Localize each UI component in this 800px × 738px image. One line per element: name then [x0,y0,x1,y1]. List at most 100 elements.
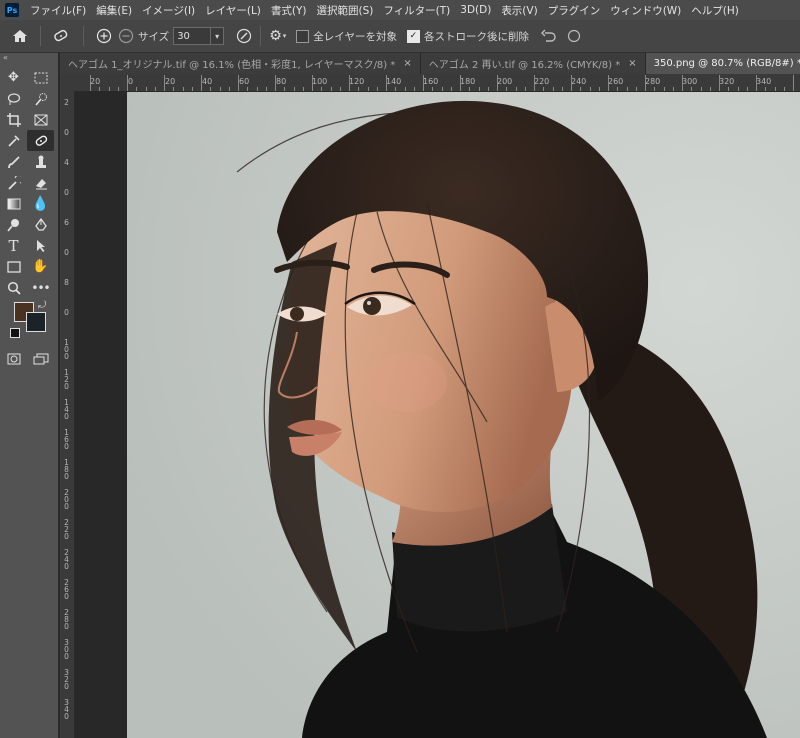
ruler-tick [746,87,748,91]
subtract-mode-button[interactable] [118,28,134,44]
collapse-icon[interactable]: « [0,53,58,63]
move-tool[interactable]: ✥ [0,67,27,88]
crop-tool[interactable] [0,109,27,130]
remove-tool[interactable] [27,130,54,151]
menu-layer[interactable]: レイヤー(L) [200,3,266,18]
lasso-icon [7,92,20,105]
marquee-tool[interactable] [27,67,54,88]
blur-tool[interactable]: 💧 [27,193,54,214]
ruler-label: 340 [64,698,69,721]
all-layers-option[interactable]: 全レイヤーを対象 [296,29,397,44]
menu-type[interactable]: 書式(Y) [266,3,312,18]
settings-button[interactable]: ⚙ ▾ [269,28,286,44]
ruler-tick [145,87,147,91]
lasso-tool[interactable] [0,88,27,109]
ruler-label: 280 [64,608,69,631]
ruler-label: 100 [312,77,328,86]
menu-file[interactable]: ファイル(F) [25,3,91,18]
path-select-tool[interactable] [27,235,54,256]
options-bar: サイズ 30 ▾ ⚙ ▾ 全レイヤーを対象 ✓ 各ストローク後に削除 [0,20,800,53]
ruler-label: 280 [645,77,661,86]
brush-icon [7,155,20,168]
delete-after-stroke-option[interactable]: ✓ 各ストローク後に削除 [406,29,529,44]
remove-tool-preset-button[interactable] [51,28,71,44]
document-tab[interactable]: ヘアゴム 1_オリジナル.tif @ 16.1% (色相・彩度1, レイヤーマス… [60,53,421,74]
ruler-tick [672,87,674,91]
ruler-tick [645,75,646,91]
apply-button[interactable] [567,29,581,43]
menu-3d[interactable]: 3D(D) [455,4,496,16]
menu-edit[interactable]: 編集(E) [91,3,137,18]
delete-after-stroke-checkbox[interactable]: ✓ [406,29,420,43]
ruler-tick [210,87,212,91]
menu-help[interactable]: ヘルプ(H) [686,3,744,18]
menu-window[interactable]: ウィンドウ(W) [605,3,686,18]
stamp-tool[interactable] [27,151,54,172]
brush-tool[interactable] [0,151,27,172]
hand-tool[interactable]: ✋ [27,256,54,277]
ruler-tick [765,87,767,91]
quick-mask-button[interactable] [0,348,27,369]
background-color-swatch[interactable] [26,312,46,332]
menu-image[interactable]: イメージ(I) [137,3,200,18]
gradient-tool[interactable] [0,193,27,214]
home-button[interactable] [12,29,28,43]
move-icon: ✥ [8,70,19,85]
menu-filter[interactable]: フィルター(T) [378,3,455,18]
size-input[interactable]: 30 [173,27,212,45]
document-tab-active[interactable]: 350.png @ 80.7% (RGB/8#) *× [645,53,800,74]
eraser-tool[interactable] [27,172,54,193]
ruler-tick [154,87,156,91]
remove-tool-icon [54,29,68,42]
rectangle-tool[interactable] [0,256,27,277]
ruler-tick [543,87,545,91]
ruler-tick [635,87,637,91]
size-dropdown-button[interactable]: ▾ [211,27,225,45]
history-brush-icon [7,175,21,190]
history-brush-tool[interactable] [0,172,27,193]
default-colors-icon[interactable] [10,328,20,338]
type-icon: T [8,236,19,255]
add-circle-icon [96,28,112,44]
ruler-tick [275,75,276,91]
ruler-tick [691,87,693,91]
ruler-tick [108,87,110,91]
menu-plugins[interactable]: プラグイン [543,3,606,18]
quick-select-icon [34,92,47,106]
all-layers-checkbox[interactable] [296,29,310,43]
ruler-label: 200 [64,488,69,511]
ruler-tick [90,75,91,91]
close-icon[interactable]: × [628,58,636,69]
more-tools-button[interactable]: ••• [27,277,54,298]
document-tab[interactable]: ヘアゴム 2 再い.tif @ 16.2% (CMYK/8) * × [420,53,646,74]
close-icon[interactable]: × [403,58,411,69]
undo-stroke-button[interactable] [540,29,557,43]
ruler-tick [127,75,128,91]
subtract-circle-icon [118,28,134,44]
pressure-size-button[interactable] [236,28,252,44]
frame-tool[interactable] [27,109,54,130]
screen-mode-button[interactable] [27,348,54,369]
ruler-tick [164,75,165,91]
add-mode-button[interactable] [96,28,112,44]
horizontal-ruler[interactable]: 20 0 20 40 60 80 100 120 140 160 180 200… [60,74,800,92]
swap-colors-icon[interactable]: ⤾ [38,300,46,311]
document-canvas[interactable] [127,92,800,738]
ruler-label: 240 [64,548,69,571]
portrait-photo [127,92,800,738]
dodge-tool[interactable] [0,214,27,235]
home-icon [13,30,27,42]
menu-select[interactable]: 選択範囲(S) [312,3,379,18]
tab-label: ヘアゴム 2 再い.tif @ 16.2% (CMYK/8) * [428,60,621,71]
dodge-icon [6,218,19,231]
quick-select-tool[interactable] [27,88,54,109]
menu-view[interactable]: 表示(V) [496,3,542,18]
zoom-tool[interactable] [0,277,27,298]
pen-tool[interactable] [27,214,54,235]
type-tool[interactable]: T [0,235,27,256]
ruler-label: 160 [64,428,69,451]
rectangle-icon [6,260,21,273]
vertical-ruler[interactable]: 2040608010012014016018020022024026028030… [60,91,75,738]
ruler-label: 140 [386,77,402,86]
eyedropper-tool[interactable] [0,130,27,151]
